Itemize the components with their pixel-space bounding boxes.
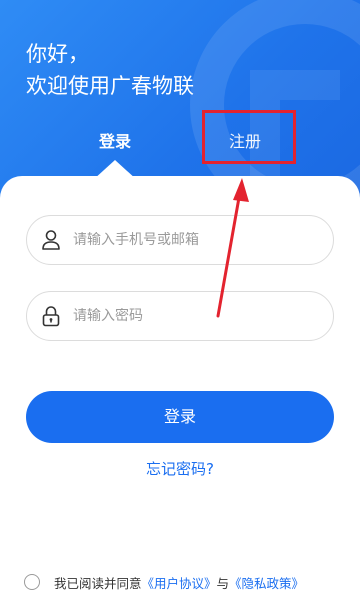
user-agreement-link[interactable]: 《用户协议》 (142, 573, 217, 592)
password-field[interactable] (26, 291, 334, 341)
agreement-row: 我已阅读并同意 《用户协议》 与 《隐私政策》 (24, 572, 304, 592)
forgot-password-link[interactable]: 忘记密码? (0, 458, 360, 479)
agreement-prefix: 我已阅读并同意 (54, 575, 142, 591)
phone-email-input[interactable] (73, 232, 293, 248)
tab-login[interactable]: 登录 (80, 120, 150, 164)
user-icon (41, 229, 61, 251)
login-button[interactable]: 登录 (26, 391, 334, 443)
greeting: 你好， 欢迎使用广春物联 (26, 38, 194, 102)
greeting-line-2: 欢迎使用广春物联 (26, 74, 194, 98)
password-input[interactable] (73, 308, 293, 324)
annotation-highlight-box (202, 110, 296, 164)
privacy-policy-link[interactable]: 《隐私政策》 (229, 573, 304, 592)
auth-tabs: 登录 注册 (0, 120, 360, 164)
phone-email-field[interactable] (26, 215, 334, 265)
lock-icon (41, 305, 61, 327)
agree-checkbox[interactable] (24, 574, 40, 590)
agreement-and: 与 (216, 575, 230, 591)
greeting-line-1: 你好， (26, 42, 89, 66)
